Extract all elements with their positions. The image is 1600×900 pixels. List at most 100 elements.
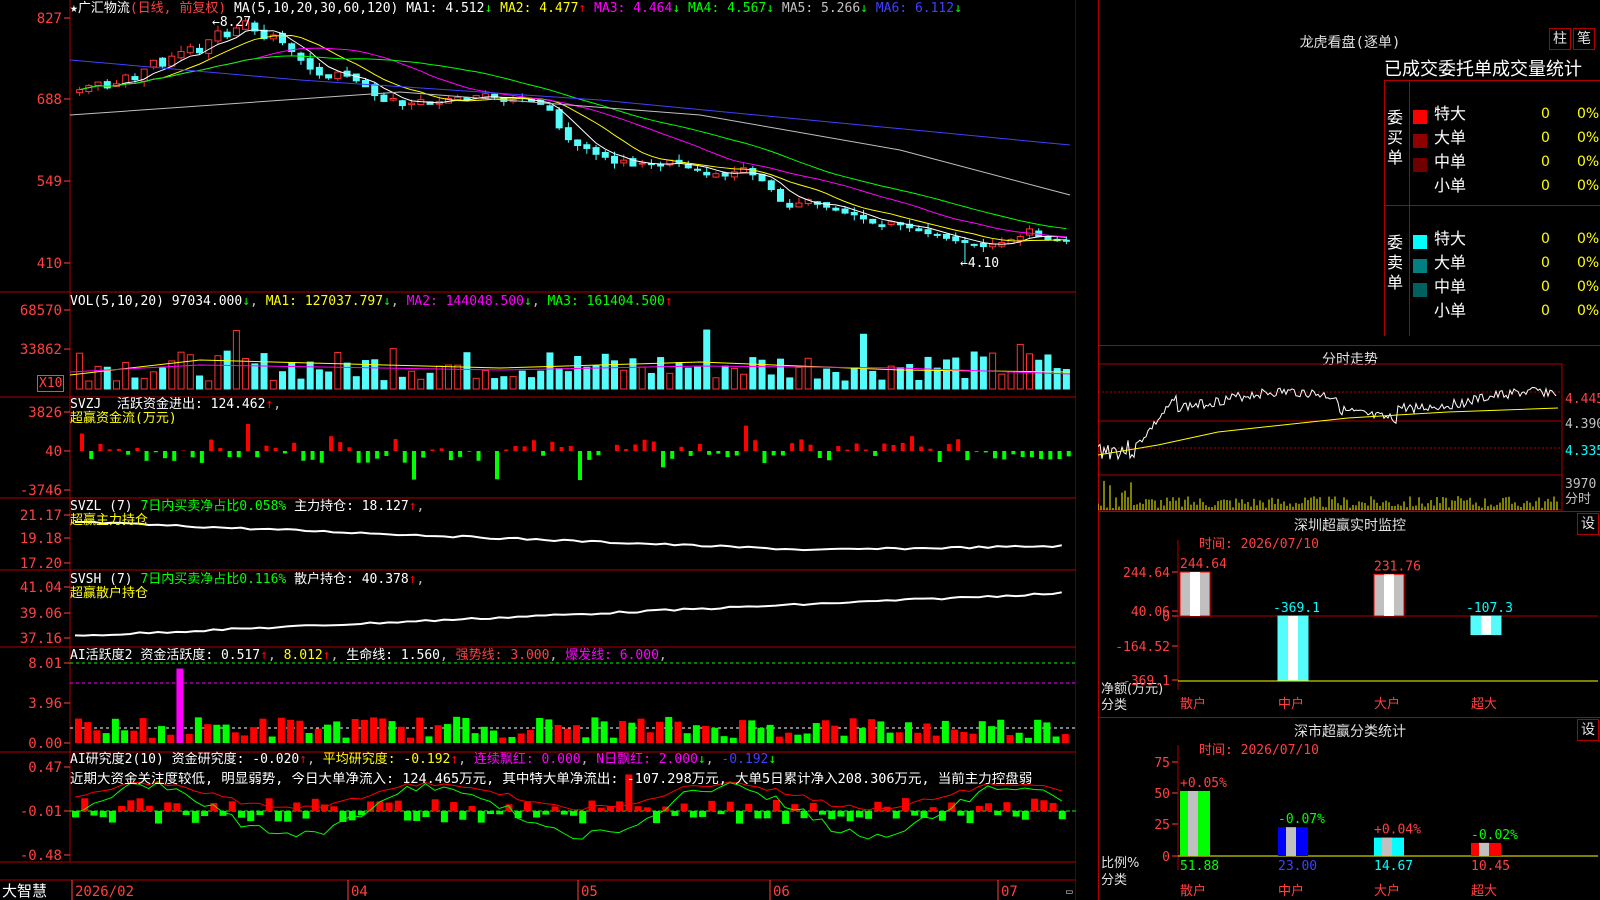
svzj-bar — [209, 439, 214, 451]
svzl-sub: 超赢主力持仓 — [70, 513, 149, 528]
ma-label: MA(5,10,20,30,60,120) — [233, 1, 399, 16]
ai-active-bar — [75, 718, 82, 743]
brand-label: 大智慧 — [2, 882, 48, 900]
ai-active-bar — [130, 730, 138, 743]
ma30-line — [79, 55, 1067, 230]
dragon-tiger-title: 龙虎看盘(逐单) — [1299, 35, 1401, 51]
price-tick: 549 — [37, 174, 62, 190]
volume-bar — [629, 358, 637, 390]
sell-side-row-pct: 0% — [1577, 231, 1600, 247]
candle-body — [398, 100, 406, 107]
svzj-bar — [780, 451, 785, 456]
ai-active-bar — [434, 725, 442, 743]
svzj-bar — [153, 451, 158, 453]
svzj-bar — [513, 446, 518, 451]
ai-active-bar — [637, 718, 645, 743]
ai-active-bar — [1034, 719, 1042, 743]
ma-value-6: MA6: 6.112 — [867, 1, 955, 16]
svzj-bar — [310, 451, 315, 460]
volume-bar — [398, 376, 406, 390]
candle-body — [223, 31, 231, 38]
candle-body — [205, 39, 213, 54]
ai-research-bar — [745, 803, 753, 811]
tab-bi[interactable]: 笔 — [1573, 28, 1595, 50]
svzj-bar — [393, 439, 398, 451]
ai-active-bar — [277, 717, 285, 743]
ai-research-bar — [293, 802, 301, 811]
candle-body — [601, 151, 609, 158]
ai-active-bar — [296, 720, 304, 743]
volume-bar — [730, 367, 738, 390]
sz-monitor-panel: 深圳超赢实时监控 设 时间: 2026/07/10 净额(万元) 分类 — [1098, 511, 1600, 717]
sell-side-row-pct: 0% — [1577, 279, 1600, 295]
star-icon[interactable]: ★ — [70, 1, 78, 16]
candle-body — [94, 81, 102, 87]
volume-bar — [703, 329, 711, 390]
ai-active-bar — [997, 719, 1005, 743]
svzj-bar — [282, 451, 287, 454]
ai-active-bar — [656, 721, 663, 743]
buy-side-swatch-1 — [1413, 134, 1427, 148]
svzj-bar — [946, 444, 951, 451]
svzj-bar — [430, 449, 435, 451]
candle-body — [186, 46, 194, 54]
sell-side-row-count: 0 — [1541, 231, 1550, 247]
ai-active-bar — [379, 718, 387, 743]
ai-active-bar — [573, 725, 580, 743]
ai-research-bar — [376, 801, 384, 811]
sz-monitor-setting-button[interactable]: 设 — [1577, 513, 1599, 535]
ai-research-bar — [191, 811, 199, 823]
candle-body — [574, 139, 582, 146]
svzj-bar — [458, 451, 463, 457]
candle-body — [721, 172, 729, 177]
ai-research-bar — [90, 811, 98, 816]
sell-side-row-count: 0 — [1541, 279, 1550, 295]
sz-class-setting-button[interactable]: 设 — [1577, 719, 1599, 741]
intraday-title: 分时走势 — [1322, 352, 1378, 368]
ai-active-bar — [766, 724, 774, 743]
ai-research-bar — [1049, 803, 1057, 811]
ai-research-bar — [542, 811, 550, 815]
ai-research-bar — [708, 800, 716, 811]
svzj-bar — [126, 451, 131, 455]
svzj-bar — [974, 451, 979, 452]
svzj-tick: -3746 — [20, 483, 62, 499]
volume-bar — [472, 377, 480, 390]
ai-active-bar — [268, 736, 276, 743]
lock-icon[interactable]: ▭ — [1066, 884, 1073, 899]
svzj-bar — [273, 447, 278, 451]
ai-research-bar — [717, 811, 725, 815]
ai-research-bar — [726, 801, 734, 811]
ai-research-tick: -0.48 — [20, 848, 62, 864]
svzj-bar — [107, 449, 112, 451]
svzj-bar — [467, 451, 472, 452]
candle-body — [933, 233, 941, 236]
tab-zhu[interactable]: 柱 — [1549, 28, 1571, 50]
intraday-panel[interactable]: 分时走势 4.445 4.390 4.335 3970 分时 — [1098, 345, 1600, 511]
ai-active-bar — [462, 718, 470, 743]
volume-bar — [712, 377, 720, 390]
ai-research-bar — [819, 811, 826, 815]
ai-research-bar — [874, 801, 882, 811]
ai-research-bar — [173, 803, 181, 811]
svzj-bar — [1039, 451, 1044, 460]
date-label: 05 — [581, 884, 598, 900]
buy-side-row-count: 0 — [1541, 106, 1550, 122]
research-green-line — [74, 781, 1063, 840]
svzj-bar — [614, 444, 619, 451]
candle-body — [76, 89, 84, 94]
volume-bar — [481, 369, 489, 390]
svzj-bar — [882, 443, 887, 451]
svzj-bar — [910, 436, 914, 451]
svzj-bar — [559, 447, 564, 451]
ai-research-bar — [837, 811, 845, 817]
ai-active-bar — [139, 718, 147, 743]
ai-research-bar — [643, 807, 651, 811]
high-price-label: ←8.27 — [212, 15, 252, 30]
adjust-label[interactable]: (日线, 前复权) — [130, 1, 226, 16]
candle-body — [546, 105, 554, 111]
ai-research-bar — [865, 811, 873, 819]
ma-value-1: MA1: 4.512 — [406, 1, 485, 16]
ai-active-bar — [591, 717, 599, 743]
ai-active-bar — [158, 726, 165, 743]
